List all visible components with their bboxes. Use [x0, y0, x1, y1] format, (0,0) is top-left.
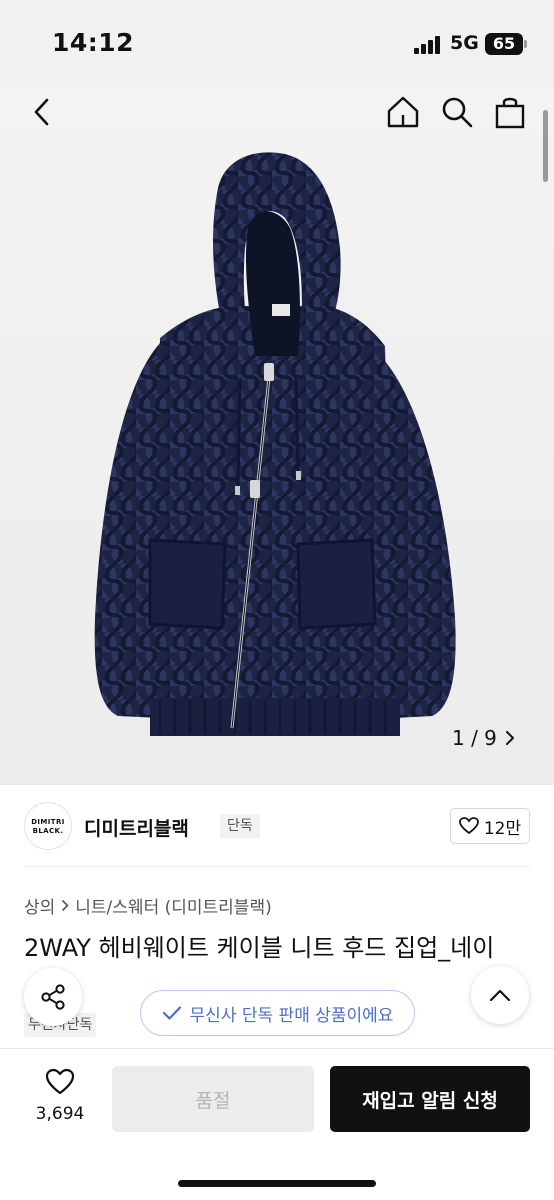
chevron-right-icon — [62, 899, 69, 912]
chevron-left-icon — [34, 98, 49, 126]
wishlist-button[interactable]: 3,694 — [28, 1068, 92, 1124]
status-bar: 14:12 5G 65 — [0, 0, 554, 88]
search-icon — [442, 97, 473, 128]
scroll-top-button[interactable] — [471, 966, 529, 1024]
heart-icon — [45, 1068, 75, 1095]
back-button[interactable] — [24, 92, 60, 132]
brand-row[interactable]: DIMITRI BLACK. 디미트리블랙 단독 12만 — [24, 800, 530, 854]
home-indicator[interactable] — [178, 1180, 376, 1187]
chevron-right-icon — [505, 731, 514, 745]
search-button[interactable] — [438, 92, 476, 132]
soldout-button[interactable]: 품절 — [112, 1066, 314, 1132]
brand-like-count: 12만 — [483, 818, 522, 839]
check-icon — [162, 1006, 181, 1020]
image-counter-label: 1 / 9 — [452, 726, 497, 750]
hoodie-image — [94, 152, 456, 736]
network-label: 5G — [450, 32, 479, 54]
status-time: 14:12 — [52, 28, 135, 57]
brand-exclusive-tag: 단독 — [220, 814, 260, 838]
product-image[interactable] — [0, 88, 554, 785]
heart-icon — [458, 817, 479, 835]
product-title: 2WAY 헤비웨이트 케이블 니트 후드 집업_네이 — [24, 934, 495, 962]
exclusive-notice-text: 무신사 단독 판매 상품이에요 — [189, 1005, 394, 1026]
exclusive-notice-pill[interactable]: 무신사 단독 판매 상품이에요 — [140, 990, 415, 1036]
home-button[interactable] — [384, 92, 422, 132]
divider — [24, 866, 530, 867]
chevron-up-icon — [489, 989, 511, 1002]
image-counter[interactable]: 1 / 9 — [452, 726, 515, 750]
home-icon — [387, 96, 419, 128]
brand-like-button[interactable]: 12만 — [450, 808, 530, 844]
breadcrumb-subcategory[interactable]: 니트/스웨터 (디미트리블랙) — [75, 893, 271, 918]
share-button[interactable] — [24, 968, 82, 1026]
breadcrumb-category[interactable]: 상의 — [24, 893, 55, 918]
scrollbar[interactable] — [543, 110, 548, 182]
share-icon — [41, 984, 65, 1010]
brand-name[interactable]: 디미트리블랙 — [84, 814, 189, 841]
battery-icon: 65 — [485, 33, 527, 55]
wishlist-count: 3,694 — [35, 1104, 85, 1124]
cart-button[interactable] — [492, 92, 528, 132]
brand-logo[interactable]: DIMITRI BLACK. — [24, 802, 72, 850]
restock-alert-button[interactable]: 재입고 알림 신청 — [330, 1066, 530, 1132]
shopping-bag-icon — [495, 97, 525, 129]
signal-icon — [414, 36, 442, 54]
breadcrumb[interactable]: 상의 니트/스웨터 (디미트리블랙) — [24, 893, 272, 918]
